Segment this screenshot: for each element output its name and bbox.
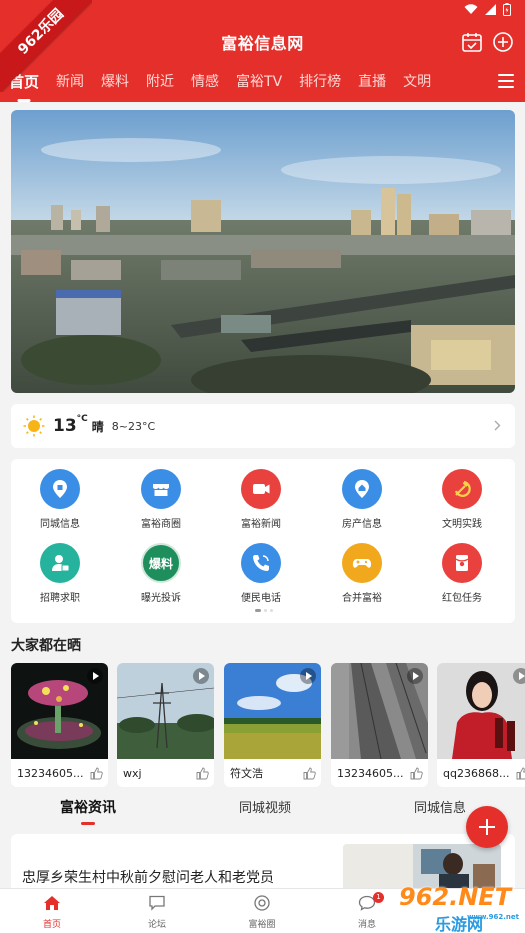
news-item[interactable]: 忠厚乡荣生村中秋前夕慰问老人和老党员	[11, 834, 515, 888]
video-thumbnail	[117, 663, 214, 759]
main-content: 13°C 晴 8~23°C 同城信息 富裕商圈 富裕新闻 房产信息 文明实践 招…	[0, 102, 525, 888]
sun-icon	[23, 415, 45, 437]
signal-icon	[485, 4, 496, 15]
video-author: wxj	[123, 766, 142, 780]
service-phone[interactable]: 便民电话	[221, 543, 301, 604]
weather-condition: 晴	[91, 419, 104, 434]
nav-forum[interactable]: 论坛	[127, 895, 187, 930]
service-jobs[interactable]: 招聘求职	[20, 543, 100, 604]
exposure-badge-icon: 爆料	[141, 543, 181, 583]
thumbs-up-icon[interactable]	[196, 767, 209, 780]
play-icon	[193, 668, 209, 684]
temperature: 13°C	[53, 414, 88, 436]
watermark-number: 962.NET	[399, 883, 512, 911]
section-title: 大家都在晒	[11, 638, 81, 654]
service-housing[interactable]: 房产信息	[322, 469, 402, 530]
tab-local-info[interactable]: 同城信息	[414, 797, 466, 816]
store-icon	[141, 469, 181, 509]
tab-tipoff[interactable]: 爆料	[101, 71, 129, 99]
thumbs-up-icon[interactable]	[410, 767, 423, 780]
red-packet-icon	[442, 543, 482, 583]
watermark-site: www.962.net	[467, 913, 519, 921]
video-thumbnail	[224, 663, 321, 759]
video-thumbnail	[11, 663, 108, 759]
tab-civilization[interactable]: 文明	[403, 71, 431, 99]
tab-live[interactable]: 直播	[358, 71, 386, 99]
weather-bar[interactable]: 13°C 晴 8~23°C	[11, 404, 515, 448]
circle-icon	[254, 895, 270, 911]
video-author: 符文浩	[230, 767, 263, 780]
video-card[interactable]: 13234605...	[331, 663, 428, 787]
service-grid: 同城信息 富裕商圈 富裕新闻 房产信息 文明实践 招聘求职 爆料 曝光投诉 便民…	[11, 459, 515, 623]
thumbs-up-icon[interactable]	[516, 767, 525, 780]
video-author: 13234605...	[17, 766, 84, 780]
calendar-check-icon[interactable]	[461, 31, 483, 53]
home-icon	[44, 896, 60, 910]
nav-home[interactable]: 首页	[22, 895, 82, 930]
watermark: 962.NET 乐游网 www.962.net	[391, 882, 521, 933]
temperature-range: 8~23°C	[111, 419, 156, 433]
gamepad-icon	[342, 543, 382, 583]
service-merge[interactable]: 合并富裕	[322, 543, 402, 604]
video-author: 13234605...	[337, 766, 404, 780]
message-badge: 1	[373, 892, 384, 903]
tab-tv[interactable]: 富裕TV	[236, 71, 282, 99]
video-thumbnail	[331, 663, 428, 759]
chat-icon	[149, 895, 165, 911]
play-icon	[300, 668, 316, 684]
video-camera-icon	[241, 469, 281, 509]
service-civilization[interactable]: 文明实践	[422, 469, 502, 530]
video-card[interactable]: wxj	[117, 663, 214, 787]
video-card[interactable]: 符文浩	[224, 663, 321, 787]
nav-messages[interactable]: 1 消息	[337, 892, 397, 930]
play-icon	[407, 668, 423, 684]
service-exposure[interactable]: 爆料 曝光投诉	[121, 543, 201, 604]
person-icon	[40, 543, 80, 583]
tab-local-video[interactable]: 同城视频	[239, 797, 291, 816]
add-post-button[interactable]	[466, 806, 508, 848]
chevron-right-icon	[494, 420, 501, 431]
tab-nearby[interactable]: 附近	[146, 71, 174, 99]
video-card[interactable]: 13234605...	[11, 663, 108, 787]
house-icon	[342, 469, 382, 509]
hero-banner[interactable]	[11, 110, 515, 393]
thumbs-up-icon[interactable]	[90, 767, 103, 780]
service-city-info[interactable]: 同城信息	[20, 469, 100, 530]
video-card[interactable]: qq236868...	[437, 663, 525, 787]
tab-fuyu-info[interactable]: 富裕资讯	[60, 797, 116, 817]
wifi-icon	[464, 4, 478, 14]
tab-ranking[interactable]: 排行榜	[299, 71, 341, 99]
play-icon	[87, 668, 103, 684]
video-thumbnail	[437, 663, 525, 759]
service-red-packet[interactable]: 红包任务	[422, 543, 502, 604]
content-tabs: 富裕资讯 同城视频 同城信息	[0, 795, 525, 825]
page-indicator	[255, 609, 273, 612]
play-icon	[513, 668, 525, 684]
video-author: qq236868...	[443, 766, 510, 780]
nav-circle[interactable]: 富裕圈	[232, 895, 292, 930]
plus-circle-icon[interactable]	[492, 31, 514, 53]
phone-icon	[241, 543, 281, 583]
menu-icon[interactable]	[498, 74, 514, 88]
news-title: 忠厚乡荣生村中秋前夕慰问老人和老党员	[22, 870, 274, 886]
thumbs-up-icon[interactable]	[303, 767, 316, 780]
battery-icon	[503, 3, 511, 16]
video-strip: 13234605... wxj 符文浩 13234605... qq236868…	[11, 663, 525, 787]
service-business[interactable]: 富裕商圈	[121, 469, 201, 530]
ribbon-text: 962乐园	[0, 0, 92, 92]
status-bar	[464, 3, 511, 16]
location-icon	[40, 469, 80, 509]
tab-emotion[interactable]: 情感	[191, 71, 219, 99]
service-fuyu-news[interactable]: 富裕新闻	[221, 469, 301, 530]
hammer-sickle-icon	[442, 469, 482, 509]
corner-ribbon: 962乐园	[0, 0, 92, 92]
